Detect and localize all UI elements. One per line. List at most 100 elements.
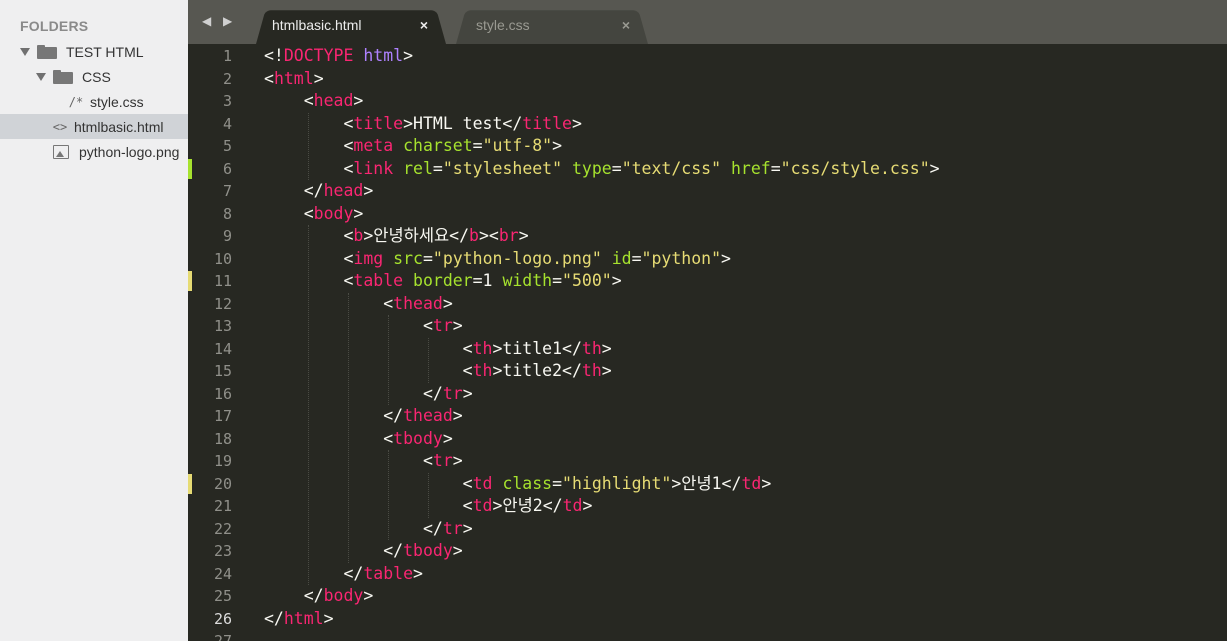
code-token: "python" bbox=[641, 248, 722, 268]
code-line[interactable]: </tr> bbox=[264, 518, 473, 541]
code-token: </ bbox=[264, 383, 443, 403]
code-line[interactable]: </tbody> bbox=[264, 540, 462, 563]
line-number: 10 bbox=[213, 249, 232, 268]
indent-guide bbox=[308, 225, 309, 585]
code-token: < bbox=[264, 428, 394, 448]
file-htmlbasic-html[interactable]: <> htmlbasic.html bbox=[0, 114, 188, 139]
line-number: 8 bbox=[222, 204, 232, 223]
code-token: td bbox=[562, 496, 583, 515]
code-token: border bbox=[413, 271, 473, 290]
file-label: htmlbasic.html bbox=[74, 118, 164, 135]
code-token: title bbox=[353, 113, 404, 133]
code-token: "utf-8" bbox=[482, 136, 553, 155]
code-token: </ bbox=[264, 563, 364, 583]
line-number: 19 bbox=[213, 452, 232, 470]
code-token: body bbox=[323, 586, 364, 605]
code-token: =1 bbox=[472, 271, 503, 290]
code-line[interactable]: <b>안녕하세요</b><br> bbox=[264, 225, 528, 248]
folder-label: CSS bbox=[82, 68, 111, 85]
tab-style-css[interactable]: style.css × bbox=[456, 6, 648, 44]
tab-htmlbasic-html[interactable]: htmlbasic.html × bbox=[256, 6, 446, 44]
code-token: </ bbox=[264, 608, 284, 628]
line-number: 12 bbox=[213, 294, 232, 313]
close-icon[interactable]: × bbox=[622, 17, 630, 33]
code-token: < bbox=[264, 338, 473, 358]
code-token: rel bbox=[403, 158, 433, 178]
code-token: > bbox=[323, 608, 334, 628]
code-line[interactable]: <img src="python-logo.png" id="python"> bbox=[264, 248, 731, 271]
tab-nav-arrows-icon[interactable]: ◀ ▶ bbox=[202, 14, 236, 28]
code-line[interactable]: <tr> bbox=[264, 450, 463, 473]
code-token: tr bbox=[432, 451, 453, 470]
close-icon[interactable]: × bbox=[420, 17, 428, 33]
code-line[interactable]: <th>title1</th> bbox=[264, 338, 612, 361]
code-token: <! bbox=[264, 46, 284, 65]
code-token: td bbox=[472, 496, 493, 515]
modified-line-marker bbox=[188, 271, 192, 291]
code-token: table bbox=[363, 563, 414, 583]
code-line[interactable]: <body> bbox=[264, 203, 364, 226]
folder-test-html[interactable]: TEST HTML bbox=[0, 39, 188, 64]
code-token: td bbox=[741, 473, 762, 493]
line-number: 22 bbox=[213, 519, 232, 538]
code-token: = bbox=[552, 473, 563, 493]
code-token: title bbox=[522, 113, 572, 133]
code-token: tr bbox=[442, 383, 463, 403]
folder-label: TEST HTML bbox=[66, 43, 144, 60]
code-token: >HTML test</ bbox=[403, 113, 523, 133]
code-line[interactable]: <tr> bbox=[264, 315, 463, 338]
code-token: >안녕1</ bbox=[671, 473, 742, 493]
code-line[interactable]: <!DOCTYPE html> bbox=[264, 45, 413, 68]
line-number: 6 bbox=[222, 159, 232, 178]
code-line[interactable]: </body> bbox=[264, 585, 374, 608]
file-style-css[interactable]: /* style.css bbox=[0, 89, 188, 114]
code-token: class bbox=[502, 473, 553, 493]
sidebar: FOLDERS TEST HTML CSS /* style.css <> ht… bbox=[0, 0, 188, 641]
code-token: th bbox=[581, 361, 602, 380]
code-token: th bbox=[472, 361, 493, 380]
code-line[interactable]: <table border=1 width="500"> bbox=[264, 270, 622, 293]
line-number-gutter: 1 2 3 4 5 6 7 8 9 10 11 12 13 14 15 16 17 18 19 20 21 22 23 24 2… bbox=[188, 44, 258, 641]
code-line[interactable]: </tr> bbox=[264, 383, 473, 406]
line-number: 15 bbox=[213, 362, 232, 380]
code-line[interactable]: <head> bbox=[264, 90, 364, 113]
code-line[interactable]: </html> bbox=[264, 608, 334, 631]
indent-guide bbox=[348, 292, 349, 563]
code-editor[interactable]: 1 2 3 4 5 6 7 8 9 10 11 12 13 14 15 16 17 18 19 20 21 22 23 24 2… bbox=[188, 44, 1227, 641]
code-line[interactable]: <title>HTML test</title> bbox=[264, 113, 581, 136]
image-file-icon bbox=[53, 144, 69, 159]
code-token: > bbox=[363, 181, 374, 200]
line-number: 18 bbox=[213, 429, 232, 448]
code-token: tbody bbox=[393, 428, 443, 448]
chevron-down-icon[interactable] bbox=[36, 72, 46, 81]
chevron-down-icon[interactable] bbox=[20, 47, 30, 56]
line-number: 9 bbox=[222, 227, 232, 245]
code-token: td bbox=[472, 473, 493, 493]
code-token: table bbox=[353, 271, 404, 290]
code-line[interactable]: </thead> bbox=[264, 405, 462, 428]
code-line[interactable]: <tbody> bbox=[264, 428, 453, 451]
folder-css[interactable]: CSS bbox=[0, 64, 188, 89]
file-python-logo-png[interactable]: python-logo.png bbox=[0, 139, 188, 164]
code-token: >< bbox=[478, 226, 499, 245]
sidebar-header: FOLDERS bbox=[20, 18, 89, 34]
code-token: = bbox=[432, 158, 443, 178]
code-line[interactable]: </table> bbox=[264, 563, 422, 586]
code-line[interactable]: <html> bbox=[264, 68, 324, 91]
line-number: 23 bbox=[213, 542, 232, 560]
tab-bar: ◀ ▶ htmlbasic.html × style.css × bbox=[188, 0, 1227, 44]
code-line[interactable]: <th>title2</th> bbox=[264, 360, 612, 383]
code-line[interactable]: <link rel="stylesheet" type="text/css" h… bbox=[264, 158, 939, 181]
code-line[interactable]: <thead> bbox=[264, 293, 453, 316]
line-number: 24 bbox=[213, 564, 232, 583]
code-token: > bbox=[452, 316, 463, 335]
file-label: style.css bbox=[90, 93, 144, 110]
modified-line-marker bbox=[188, 158, 192, 179]
code-line[interactable]: </head> bbox=[264, 180, 374, 203]
code-line[interactable]: <td class="highlight">안녕1</td> bbox=[264, 473, 772, 496]
code-token: > bbox=[611, 271, 622, 290]
